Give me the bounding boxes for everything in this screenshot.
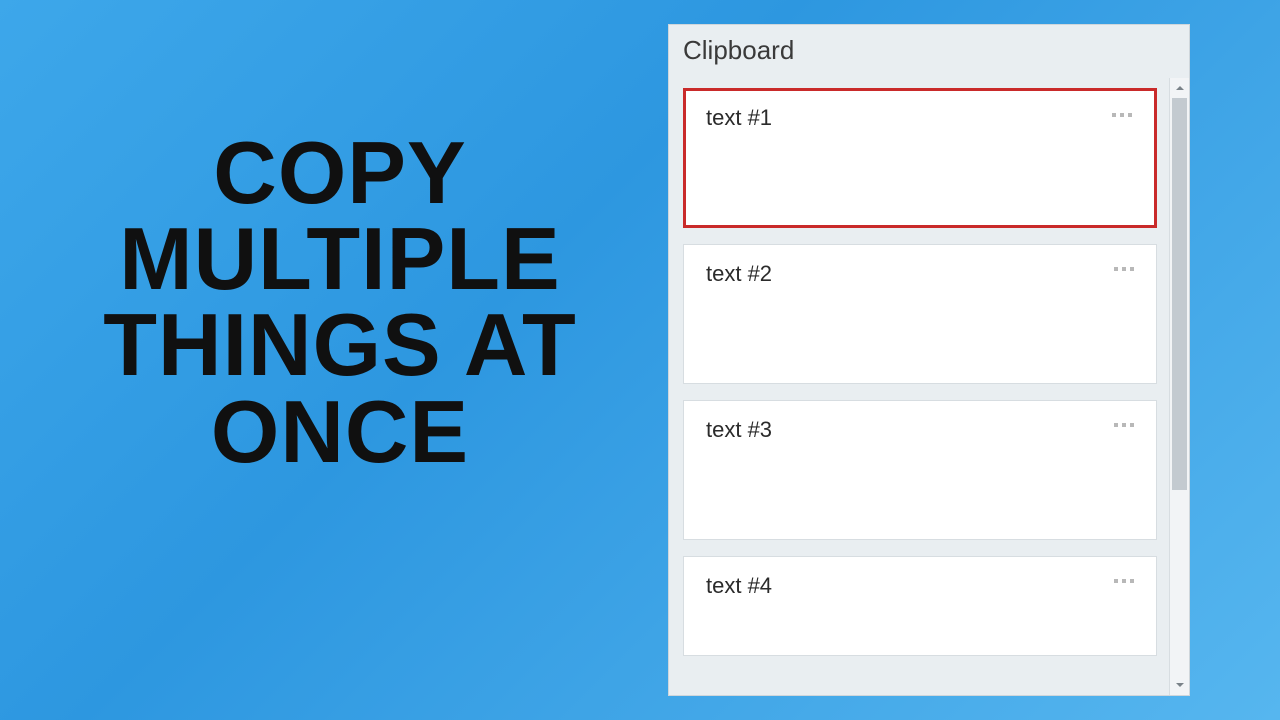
scrollbar[interactable]: [1169, 78, 1189, 695]
clipboard-item[interactable]: text #4: [683, 556, 1157, 656]
stage: COPY MULTIPLE THINGS AT ONCE Clipboard t…: [0, 0, 1280, 720]
item-menu-button[interactable]: [1106, 103, 1138, 127]
clipboard-item[interactable]: text #3: [683, 400, 1157, 540]
clipboard-item-text: text #1: [706, 105, 1138, 131]
chevron-down-icon: [1175, 680, 1185, 690]
clipboard-item-text: text #3: [706, 417, 1138, 443]
scroll-thumb[interactable]: [1172, 98, 1187, 490]
clipboard-item[interactable]: text #1: [683, 88, 1157, 228]
ellipsis-icon: [1114, 423, 1134, 427]
clipboard-list: text #1 text #2 text #3: [669, 78, 1169, 695]
ellipsis-icon: [1114, 579, 1134, 583]
scroll-up-button[interactable]: [1170, 78, 1189, 98]
chevron-up-icon: [1175, 83, 1185, 93]
clipboard-panel: Clipboard text #1 text #2 text #3: [668, 24, 1190, 696]
scroll-down-button[interactable]: [1170, 675, 1189, 695]
panel-title: Clipboard: [669, 25, 1189, 78]
headline-text: COPY MULTIPLE THINGS AT ONCE: [60, 130, 620, 475]
item-menu-button[interactable]: [1108, 569, 1140, 593]
clipboard-item-text: text #4: [706, 573, 1138, 599]
item-menu-button[interactable]: [1108, 257, 1140, 281]
panel-body: text #1 text #2 text #3: [669, 78, 1189, 695]
clipboard-item[interactable]: text #2: [683, 244, 1157, 384]
ellipsis-icon: [1112, 113, 1132, 117]
scroll-track[interactable]: [1170, 98, 1189, 675]
ellipsis-icon: [1114, 267, 1134, 271]
item-menu-button[interactable]: [1108, 413, 1140, 437]
clipboard-item-text: text #2: [706, 261, 1138, 287]
